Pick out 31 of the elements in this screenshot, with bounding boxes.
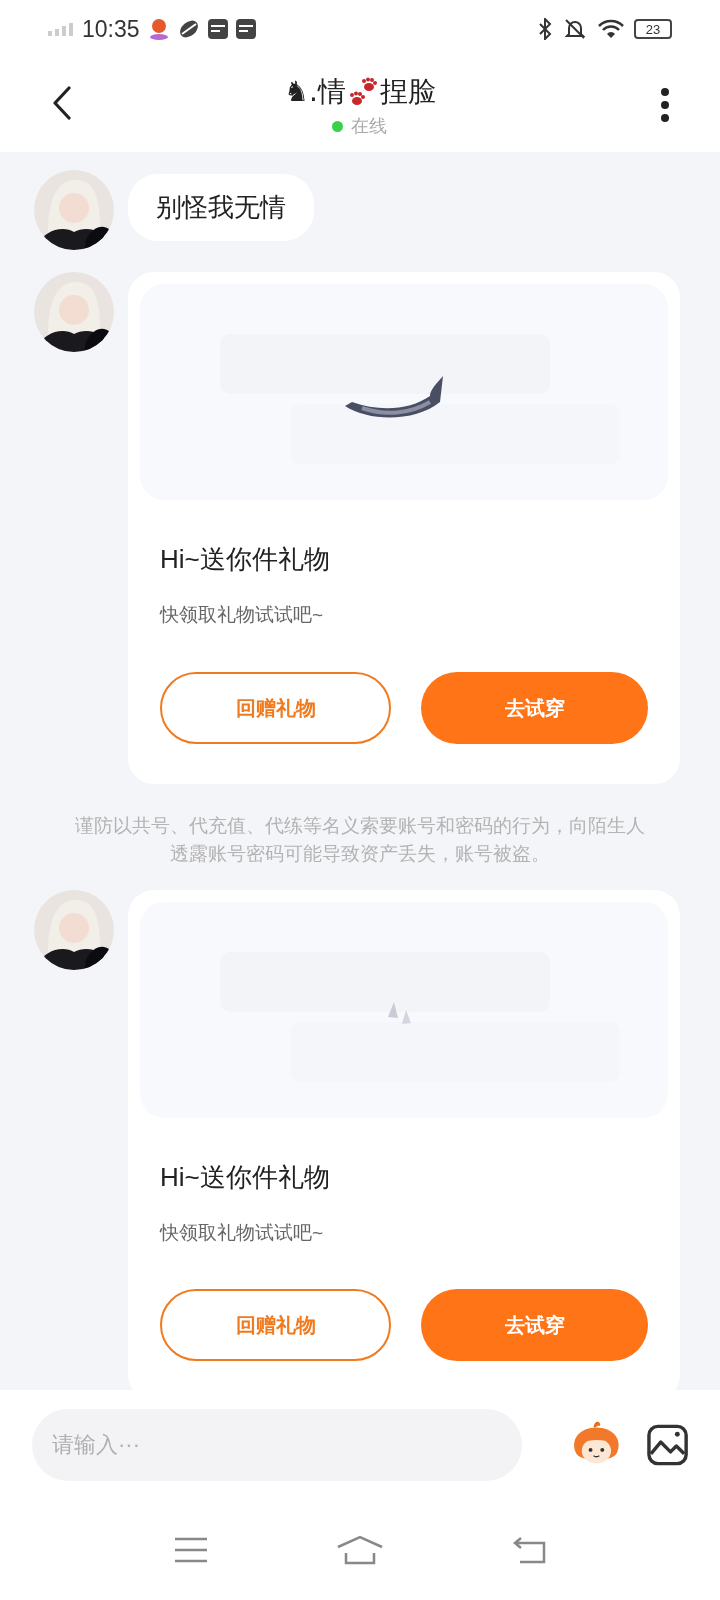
planet-icon <box>177 18 200 40</box>
try-on-button[interactable]: 去试穿 <box>421 1289 648 1361</box>
app-notification-icon <box>147 17 170 41</box>
gift-back-button[interactable]: 回赠礼物 <box>160 671 391 744</box>
battery-level: 23 <box>645 22 661 36</box>
card-notification-icon <box>207 18 228 40</box>
try-on-button[interactable]: 去试穿 <box>421 671 648 744</box>
home-icon[interactable] <box>336 1535 384 1565</box>
chat-title: ♞.情 <box>284 73 346 110</box>
image-icon[interactable] <box>646 1424 688 1466</box>
message-bubble: 别怪我无情 <box>128 174 314 241</box>
gift-subtitle: 快领取礼物试试吧~ <box>160 603 325 627</box>
status-time: 10:35 <box>82 14 140 44</box>
gift-subtitle: 快领取礼物试试吧~ <box>160 1220 325 1245</box>
more-icon[interactable] <box>660 87 670 123</box>
bluetooth-icon <box>538 18 552 40</box>
safety-notice: 谨防以共号、代充值、代练等名义索要账号和密码的行为，向陌生人透露账号密码可能导致资产丢失，账号被盗。 <box>74 813 646 866</box>
gift-title: Hi~送你件礼物 <box>160 1160 331 1194</box>
message-input[interactable]: 请输入··· <box>32 1409 523 1481</box>
back-nav-icon[interactable] <box>512 1536 546 1564</box>
chat-title: 捏脸 <box>380 74 436 109</box>
card-notification-icon <box>235 18 256 40</box>
menu-icon[interactable] <box>174 1537 208 1563</box>
online-status: 在线 <box>351 114 388 138</box>
back-icon[interactable] <box>52 86 72 120</box>
wifi-icon <box>598 19 624 39</box>
bell-off-icon <box>564 18 586 40</box>
gift-back-button[interactable]: 回赠礼物 <box>160 1289 391 1361</box>
signal-icon <box>48 22 74 36</box>
paw-prints-icon <box>348 76 378 107</box>
gift-title: Hi~送你件礼物 <box>160 543 331 576</box>
